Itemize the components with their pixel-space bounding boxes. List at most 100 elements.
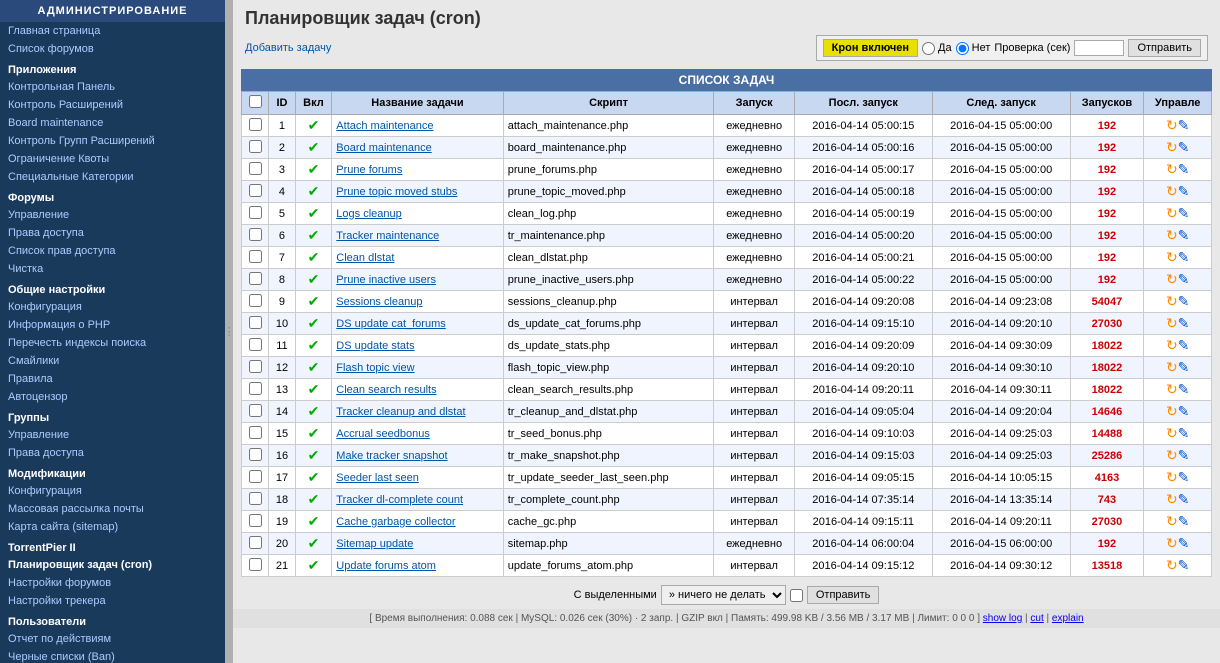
edit-icon[interactable]: ✎ [1178,249,1190,265]
sidebar-item[interactable]: Список прав доступа [0,242,225,260]
task-name-link[interactable]: Attach maintenance [336,120,433,132]
refresh-icon[interactable]: ↻ [1166,381,1178,397]
sidebar-item[interactable]: Отчет по действиям [0,630,225,648]
task-name-link[interactable]: Board maintenance [336,142,431,154]
refresh-icon[interactable]: ↻ [1166,513,1178,529]
sidebar-item[interactable]: Смайлики [0,352,225,370]
resize-handle[interactable]: ⋮ [225,0,233,663]
row-checkbox[interactable] [249,382,262,395]
row-checkbox[interactable] [249,536,262,549]
refresh-icon[interactable]: ↻ [1166,183,1178,199]
task-name-link[interactable]: Flash topic view [336,362,414,374]
edit-icon[interactable]: ✎ [1178,359,1190,375]
refresh-icon[interactable]: ↻ [1166,271,1178,287]
task-name-link[interactable]: Tracker dl-complete count [336,494,463,506]
sidebar-item[interactable]: Автоцензор [0,388,225,406]
row-checkbox[interactable] [249,558,262,571]
row-checkbox[interactable] [249,206,262,219]
task-name-link[interactable]: Cache garbage collector [336,516,455,528]
edit-icon[interactable]: ✎ [1178,469,1190,485]
sidebar-item[interactable]: Специальные Категории [0,168,225,186]
task-name-link[interactable]: Tracker cleanup and dlstat [336,406,465,418]
edit-icon[interactable]: ✎ [1178,315,1190,331]
edit-icon[interactable]: ✎ [1178,227,1190,243]
task-name-link[interactable]: Sessions cleanup [336,296,422,308]
sidebar-item[interactable]: Черные списки (Ban) [0,648,225,663]
task-name-link[interactable]: Prune forums [336,164,402,176]
edit-icon[interactable]: ✎ [1178,139,1190,155]
task-name-link[interactable]: Seeder last seen [336,472,419,484]
send-button[interactable]: Отправить [1128,39,1201,57]
edit-icon[interactable]: ✎ [1178,271,1190,287]
refresh-icon[interactable]: ↻ [1166,403,1178,419]
sidebar-item[interactable]: Управление [0,426,225,444]
action-select[interactable]: » ничего не делать [661,585,786,605]
refresh-icon[interactable]: ↻ [1166,425,1178,441]
sidebar-item[interactable]: Главная страница [0,22,225,40]
refresh-icon[interactable]: ↻ [1166,227,1178,243]
refresh-icon[interactable]: ↻ [1166,337,1178,353]
verify-input[interactable]: 180 [1074,40,1124,56]
task-name-link[interactable]: DS update stats [336,340,414,352]
edit-icon[interactable]: ✎ [1178,183,1190,199]
row-checkbox[interactable] [249,294,262,307]
refresh-icon[interactable]: ↻ [1166,139,1178,155]
refresh-icon[interactable]: ↻ [1166,315,1178,331]
row-checkbox[interactable] [249,404,262,417]
sidebar-item[interactable]: Board maintenance [0,114,225,132]
show-log-link[interactable]: show log [983,613,1022,624]
sidebar-item[interactable]: Права доступа [0,444,225,462]
task-name-link[interactable]: Accrual seedbonus [336,428,430,440]
sidebar-item[interactable]: Права доступа [0,224,225,242]
edit-icon[interactable]: ✎ [1178,513,1190,529]
header-checkbox[interactable] [249,95,262,108]
task-name-link[interactable]: Prune inactive users [336,274,436,286]
sidebar-item[interactable]: Управление [0,206,225,224]
edit-icon[interactable]: ✎ [1178,337,1190,353]
row-checkbox[interactable] [249,470,262,483]
refresh-icon[interactable]: ↻ [1166,117,1178,133]
sidebar-item[interactable]: Ограничение Квоты [0,150,225,168]
row-checkbox[interactable] [249,140,262,153]
sidebar-item[interactable]: Карта сайта (sitemap) [0,518,225,536]
edit-icon[interactable]: ✎ [1178,425,1190,441]
bottom-submit-button[interactable]: Отправить [807,586,880,604]
edit-icon[interactable]: ✎ [1178,161,1190,177]
sidebar-item[interactable]: Массовая рассылка почты [0,500,225,518]
sidebar-item[interactable]: Перечесть индексы поиска [0,334,225,352]
refresh-icon[interactable]: ↻ [1166,359,1178,375]
task-name-link[interactable]: Sitemap update [336,538,413,550]
refresh-icon[interactable]: ↻ [1166,293,1178,309]
explain-link[interactable]: explain [1052,613,1084,624]
refresh-icon[interactable]: ↻ [1166,491,1178,507]
sidebar-item[interactable]: Планировщик задач (cron) [0,556,225,574]
sidebar-item[interactable]: Правила [0,370,225,388]
edit-icon[interactable]: ✎ [1178,557,1190,573]
refresh-icon[interactable]: ↻ [1166,535,1178,551]
task-name-link[interactable]: Clean dlstat [336,252,394,264]
sidebar-item[interactable]: Настройки форумов [0,574,225,592]
edit-icon[interactable]: ✎ [1178,293,1190,309]
edit-icon[interactable]: ✎ [1178,381,1190,397]
row-checkbox[interactable] [249,338,262,351]
row-checkbox[interactable] [249,316,262,329]
refresh-icon[interactable]: ↻ [1166,161,1178,177]
refresh-icon[interactable]: ↻ [1166,249,1178,265]
row-checkbox[interactable] [249,228,262,241]
row-checkbox[interactable] [249,184,262,197]
task-name-link[interactable]: Clean search results [336,384,436,396]
edit-icon[interactable]: ✎ [1178,491,1190,507]
task-name-link[interactable]: Prune topic moved stubs [336,186,457,198]
task-name-link[interactable]: DS update cat_forums [336,318,445,330]
refresh-icon[interactable]: ↻ [1166,557,1178,573]
yes-radio[interactable] [922,42,935,55]
select-all-check[interactable] [790,589,803,602]
sidebar-item[interactable]: Настройки трекера [0,592,225,610]
sidebar-item[interactable]: Контрольная Панель [0,78,225,96]
task-name-link[interactable]: Tracker maintenance [336,230,439,242]
refresh-icon[interactable]: ↻ [1166,469,1178,485]
task-name-link[interactable]: Logs cleanup [336,208,401,220]
edit-icon[interactable]: ✎ [1178,447,1190,463]
task-name-link[interactable]: Make tracker snapshot [336,450,447,462]
sidebar-item[interactable]: Конфигурация [0,482,225,500]
